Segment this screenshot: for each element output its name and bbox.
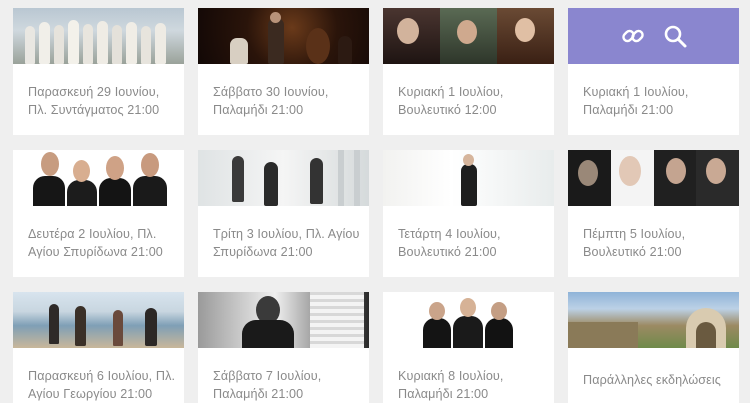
event-image	[13, 8, 184, 64]
event-caption: Σάββατο 30 Ιουνίου, Παλαμήδι 21:00	[213, 85, 329, 117]
event-image-hover-overlay	[568, 8, 739, 64]
event-caption: Σάββατο 7 Ιουλίου, Παλαμήδι 21:00	[213, 369, 322, 401]
event-card[interactable]: Δευτέρα 2 Ιουλίου, Πλ. Αγίου Σπυρίδωνα 2…	[13, 150, 184, 277]
event-image	[383, 8, 554, 64]
event-image	[568, 150, 739, 206]
event-card[interactable]: Παρασκευή 6 Ιουλίου, Πλ. Αγίου Γεωργίου …	[13, 292, 184, 403]
event-card[interactable]: Παράλληλες εκδηλώσεις	[568, 292, 739, 403]
event-caption: Παρασκευή 29 Ιουνίου, Πλ. Συντάγματος 21…	[28, 85, 160, 117]
event-caption: Κυριακή 1 Ιουλίου, Βουλευτικό 12:00	[398, 85, 504, 117]
event-card[interactable]: Κυριακή 1 Ιουλίου, Βουλευτικό 12:00	[383, 8, 554, 135]
event-image	[198, 8, 369, 64]
event-caption: Κυριακή 1 Ιουλίου, Παλαμήδι 21:00	[583, 85, 689, 117]
event-card[interactable]: Παρασκευή 29 Ιουνίου, Πλ. Συντάγματος 21…	[13, 8, 184, 135]
event-image	[568, 292, 739, 348]
event-card[interactable]: Τρίτη 3 Ιουλίου, Πλ. Αγίου Σπυρίδωνα 21:…	[198, 150, 369, 277]
event-image	[198, 150, 369, 206]
event-image	[383, 292, 554, 348]
event-card[interactable]: Σάββατο 30 Ιουνίου, Παλαμήδι 21:00	[198, 8, 369, 135]
event-image	[198, 292, 369, 348]
event-caption: Κυριακή 8 Ιουλίου, Παλαμήδι 21:00	[398, 369, 504, 401]
event-caption: Τετάρτη 4 Ιουλίου, Βουλευτικό 21:00	[398, 227, 501, 259]
event-caption: Πέμπτη 5 Ιουλίου, Βουλευτικό 21:00	[583, 227, 686, 259]
event-card[interactable]: Πέμπτη 5 Ιουλίου, Βουλευτικό 21:00	[568, 150, 739, 277]
event-caption: Παράλληλες εκδηλώσεις	[583, 373, 721, 387]
link-icon[interactable]	[620, 23, 646, 49]
event-image	[13, 150, 184, 206]
event-card[interactable]: Κυριακή 1 Ιουλίου, Παλαμήδι 21:00	[568, 8, 739, 135]
event-image	[13, 292, 184, 348]
event-caption: Τρίτη 3 Ιουλίου, Πλ. Αγίου Σπυρίδωνα 21:…	[213, 227, 360, 259]
event-caption: Δευτέρα 2 Ιουλίου, Πλ. Αγίου Σπυρίδωνα 2…	[28, 227, 163, 259]
event-card[interactable]: Κυριακή 8 Ιουλίου, Παλαμήδι 21:00	[383, 292, 554, 403]
search-icon[interactable]	[662, 23, 688, 49]
event-card[interactable]: Σάββατο 7 Ιουλίου, Παλαμήδι 21:00	[198, 292, 369, 403]
event-grid: Παρασκευή 29 Ιουνίου, Πλ. Συντάγματος 21…	[13, 8, 739, 403]
event-caption: Παρασκευή 6 Ιουλίου, Πλ. Αγίου Γεωργίου …	[28, 369, 176, 401]
event-image	[383, 150, 554, 206]
event-card[interactable]: Τετάρτη 4 Ιουλίου, Βουλευτικό 21:00	[383, 150, 554, 277]
